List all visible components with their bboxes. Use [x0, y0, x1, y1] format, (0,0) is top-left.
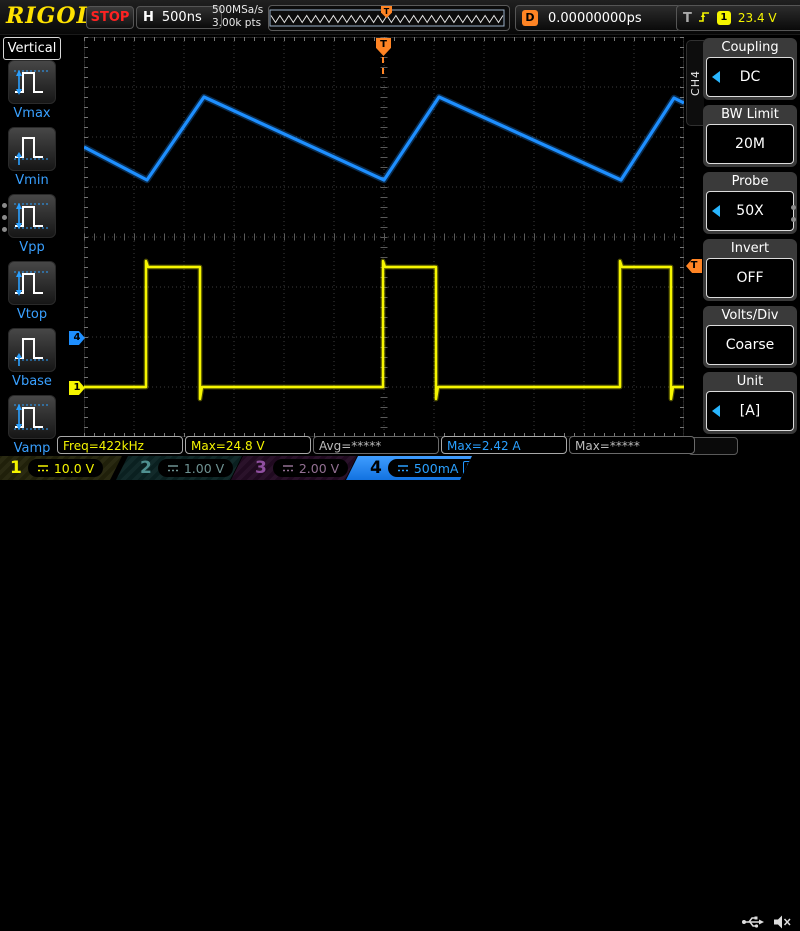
trigger-indicator: T 1 23.4 V — [676, 5, 800, 31]
bw-limit-label: BW Limit — [703, 105, 797, 124]
measurement-freq[interactable]: Freq=422kHz — [57, 436, 183, 454]
volts-div-label: Volts/Div — [703, 306, 797, 325]
timebase-indicator[interactable]: H 500ns — [136, 6, 222, 29]
channel-3-number: 3 — [255, 458, 267, 478]
channel-3-block[interactable]: 3 2.00 V — [231, 456, 357, 480]
memory-depth: 3.00k pts — [212, 17, 263, 30]
graticule-and-waveforms — [84, 37, 684, 437]
ch4-zero-marker[interactable]: 4 — [69, 331, 85, 345]
trigger-level-marker[interactable]: T — [686, 259, 702, 273]
left-menu-title: Vertical — [3, 37, 61, 60]
vbase-icon — [8, 328, 56, 372]
vamp-label: Vamp — [7, 441, 57, 456]
channel-2-number: 2 — [140, 458, 152, 478]
menu-item-invert[interactable]: Invert OFF — [703, 239, 797, 301]
trigger-position-dashes — [382, 57, 384, 74]
select-triangle-icon — [712, 405, 720, 417]
trigger-label: T — [683, 11, 692, 26]
measurement-max-a[interactable]: Max=2.42 A — [441, 436, 567, 454]
left-menu-page-dot — [2, 215, 7, 220]
vtop-icon — [8, 261, 56, 305]
vmin-label: Vmin — [7, 173, 57, 188]
measurement-avg[interactable]: Avg=***** — [313, 436, 439, 454]
vpp-label: Vpp — [7, 240, 57, 255]
trigger-level-value: 23.4 V — [738, 11, 777, 25]
delay-icon: D — [522, 10, 538, 26]
vmin-icon — [8, 127, 56, 171]
channel-status-bar: 1 10.0 V 2 1.00 V 3 2.00 V 4 500mA B — [0, 456, 800, 480]
vpp-button[interactable]: Vpp — [7, 194, 57, 255]
vmax-button[interactable]: Vmax — [7, 60, 57, 121]
unit-label: Unit — [703, 372, 797, 391]
menu-item-probe[interactable]: Probe 50X — [703, 172, 797, 234]
top-status-bar: RIGOL STOP H 500ns 500MSa/s 3.00k pts T … — [0, 0, 800, 35]
vbase-button[interactable]: Vbase — [7, 328, 57, 389]
acquisition-info: 500MSa/s 3.00k pts — [212, 4, 263, 30]
dc-coupling-icon — [37, 464, 49, 473]
channel-4-block[interactable]: 4 500mA B — [346, 456, 472, 480]
measurement-max2[interactable]: Max=***** — [569, 436, 695, 454]
vamp-icon — [8, 395, 56, 439]
menu-item-coupling[interactable]: Coupling DC — [703, 38, 797, 100]
channel-1-block[interactable]: 1 10.0 V — [0, 456, 122, 480]
coupling-label: Coupling — [703, 38, 797, 57]
channel-4-scale: 500mA B — [388, 459, 486, 477]
rigol-logo: RIGOL — [6, 3, 93, 29]
sample-rate: 500MSa/s — [212, 4, 263, 17]
select-triangle-icon — [712, 71, 720, 83]
delay-value: 0.00000000ps — [548, 11, 642, 26]
channel-3-scale: 2.00 V — [273, 459, 348, 477]
channel-1-scale: 10.0 V — [28, 459, 103, 477]
probe-value[interactable]: 50X — [706, 191, 794, 231]
vamp-button[interactable]: Vamp — [7, 395, 57, 456]
right-menu-page-dot — [791, 217, 796, 222]
menu-footer-button[interactable] — [688, 437, 738, 455]
menu-item-bw-limit[interactable]: BW Limit 20M — [703, 105, 797, 167]
measurement-max-v[interactable]: Max=24.8 V — [185, 436, 311, 454]
vtop-label: Vtop — [7, 307, 57, 322]
bw-limit-value[interactable]: 20M — [706, 124, 794, 164]
channel-2-block[interactable]: 2 1.00 V — [116, 456, 242, 480]
left-menu-page-dot — [2, 203, 7, 208]
timebase-value: 500ns — [162, 10, 202, 25]
trigger-source-badge: 1 — [717, 11, 731, 25]
coupling-value[interactable]: DC — [706, 57, 794, 97]
run-state-indicator: STOP — [86, 6, 134, 29]
vmin-button[interactable]: Vmin — [7, 127, 57, 188]
channel-menu-tab-label: CH4 — [689, 70, 702, 96]
channel-4-number: 4 — [370, 458, 382, 478]
dc-coupling-icon — [282, 464, 294, 473]
volts-div-value[interactable]: Coarse — [706, 325, 794, 365]
menu-item-unit[interactable]: Unit [A] — [703, 372, 797, 434]
channel-2-scale: 1.00 V — [158, 459, 233, 477]
probe-label: Probe — [703, 172, 797, 191]
horizontal-label: H — [143, 10, 154, 25]
invert-value[interactable]: OFF — [706, 258, 794, 298]
left-menu-page-dot — [2, 227, 7, 232]
menu-item-volts-div[interactable]: Volts/Div Coarse — [703, 306, 797, 368]
vtop-button[interactable]: Vtop — [7, 261, 57, 322]
ch1-zero-marker[interactable]: 1 — [69, 381, 85, 395]
dc-coupling-icon — [397, 464, 409, 473]
vmax-icon — [8, 60, 56, 104]
delay-indicator: D 0.00000000ps — [515, 5, 681, 31]
invert-label: Invert — [703, 239, 797, 258]
vbase-label: Vbase — [7, 374, 57, 389]
usb-icon — [741, 913, 765, 931]
channel-menu-tab: CH4 — [686, 40, 704, 126]
vmax-label: Vmax — [7, 106, 57, 121]
dc-coupling-icon — [167, 464, 179, 473]
vpp-icon — [8, 194, 56, 238]
unit-value[interactable]: [A] — [706, 391, 794, 431]
channel-1-number: 1 — [10, 458, 22, 478]
select-triangle-icon — [712, 205, 720, 217]
waveform-display — [84, 37, 684, 437]
speaker-muted-icon — [773, 914, 792, 930]
rising-edge-icon — [697, 9, 712, 28]
bw-limit-badge: B — [463, 461, 476, 476]
system-status-icons — [741, 913, 792, 931]
right-menu-page-dot — [791, 205, 796, 210]
